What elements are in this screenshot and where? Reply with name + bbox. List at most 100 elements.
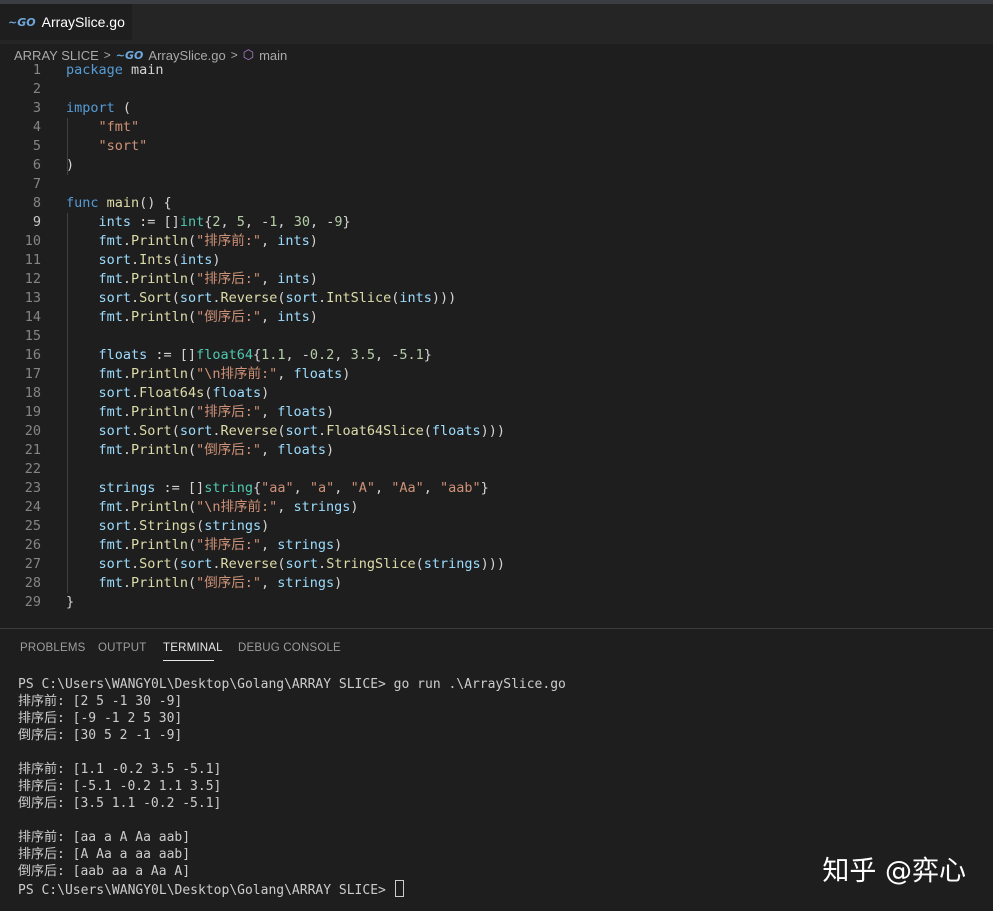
code-token: ,: [293, 480, 310, 496]
line-number: 3: [32, 100, 41, 116]
terminal-prompt-line[interactable]: PS C:\Users\WANGY0L\Desktop\Golang\ARRAY…: [18, 880, 566, 898]
tab-label: ArraySlice.go: [41, 14, 125, 30]
code-line[interactable]: 16 floats := []float64{1.1, -0.2, 3.5, -…: [0, 346, 993, 365]
code-token: "\n排序前:": [196, 499, 278, 515]
code-line[interactable]: 22: [0, 460, 993, 479]
code-text: ): [66, 156, 74, 175]
code-line[interactable]: 20 sort.Sort(sort.Reverse(sort.Float64Sl…: [0, 422, 993, 441]
code-line[interactable]: 3 import (: [0, 99, 993, 118]
code-token: .: [131, 290, 140, 306]
code-text: sort.Float64s(floats): [66, 384, 270, 403]
code-token: .: [122, 499, 132, 515]
watermark: 知乎 @弈心: [822, 856, 966, 887]
panel-tab-bar: PROBLEMS OUTPUT TERMINAL DEBUG CONSOLE: [0, 636, 993, 662]
code-line[interactable]: 9 ints := []int{2, 5, -1, 30, -9}: [0, 213, 993, 232]
code-token: ,: [334, 480, 351, 496]
code-line[interactable]: 11 sort.Ints(ints): [0, 251, 993, 270]
code-token: ): [326, 442, 335, 458]
code-token: "Aa": [391, 480, 424, 496]
code-editor[interactable]: 1 package main 2 3 import (4 "fmt" 5 "sort" 6)…: [0, 61, 993, 621]
code-token: "A": [350, 480, 375, 496]
chevron-right-icon: >: [103, 48, 111, 62]
code-token: float64: [196, 347, 253, 363]
line-number: 22: [24, 461, 41, 477]
tab-arrayslice-go[interactable]: ~GO ArraySlice.go: [0, 4, 132, 40]
code-line[interactable]: 13 sort.Sort(sort.Reverse(sort.IntSlice(…: [0, 289, 993, 308]
code-line[interactable]: 19 fmt.Println("排序后:", floats): [0, 403, 993, 422]
code-line[interactable]: 1 package main: [0, 61, 993, 80]
tab-debug-console[interactable]: DEBUG CONSOLE: [238, 642, 341, 654]
code-text: "sort": [66, 137, 148, 156]
code-token: {: [252, 347, 262, 363]
code-token: "排序后:": [196, 537, 261, 553]
code-token: ): [66, 157, 75, 173]
code-token: ): [261, 385, 270, 401]
code-text: fmt.Println("\n排序前:", floats): [66, 365, 351, 384]
code-token: (: [187, 271, 197, 287]
code-line[interactable]: 28 fmt.Println("倒序后:", strings): [0, 574, 993, 593]
code-token: ,: [277, 214, 294, 230]
code-token: sort: [98, 518, 132, 534]
code-line[interactable]: 14 fmt.Println("倒序后:", ints): [0, 308, 993, 327]
code-token: ,: [260, 404, 278, 420]
code-token: ints: [277, 233, 310, 249]
code-line[interactable]: 5 "sort": [0, 137, 993, 156]
code-token: (: [187, 575, 197, 591]
code-line[interactable]: 6): [0, 156, 993, 175]
code-text: strings := []string{"aa", "a", "A", "Aa"…: [66, 479, 489, 498]
code-token: .: [318, 423, 327, 439]
code-line[interactable]: 8 func main() {: [0, 194, 993, 213]
code-line[interactable]: 12 fmt.Println("排序后:", ints): [0, 270, 993, 289]
code-token: ): [334, 575, 343, 591]
code-line[interactable]: 2: [0, 80, 993, 99]
code-token: .: [122, 442, 132, 458]
code-line[interactable]: 18 sort.Float64s(floats): [0, 384, 993, 403]
code-token: fmt: [98, 366, 123, 382]
code-line[interactable]: 15: [0, 327, 993, 346]
code-text: sort.Strings(strings): [66, 517, 270, 536]
line-number: 28: [24, 575, 41, 591]
code-line[interactable]: 27 sort.Sort(sort.Reverse(sort.StringSli…: [0, 555, 993, 574]
code-token: .: [122, 537, 132, 553]
code-token: Println: [131, 442, 188, 458]
code-line[interactable]: 25 sort.Strings(strings): [0, 517, 993, 536]
line-number: 7: [32, 176, 41, 192]
code-token: package: [66, 62, 123, 78]
tab-output[interactable]: OUTPUT: [98, 642, 146, 654]
code-token: "aab": [440, 480, 481, 496]
code-token: := []: [155, 480, 205, 496]
code-token: sort: [285, 556, 319, 572]
code-token: 30: [293, 214, 310, 230]
code-line[interactable]: 17 fmt.Println("\n排序前:", floats): [0, 365, 993, 384]
tab-terminal[interactable]: TERMINAL: [163, 642, 223, 654]
code-line[interactable]: 21 fmt.Println("倒序后:", floats): [0, 441, 993, 460]
code-text: ints := []int{2, 5, -1, 30, -9}: [66, 213, 351, 232]
code-token: string: [204, 480, 253, 496]
tab-problems[interactable]: PROBLEMS: [20, 642, 86, 654]
code-token: "排序后:": [196, 404, 261, 420]
code-token: Strings: [139, 518, 197, 534]
code-token: ,: [277, 366, 294, 382]
code-token: sort: [98, 252, 132, 268]
code-token: }: [342, 214, 351, 230]
code-text: sort.Sort(sort.Reverse(sort.Float64Slice…: [66, 422, 506, 441]
code-token: strings: [98, 480, 156, 496]
code-line[interactable]: 29}: [0, 593, 993, 612]
line-number: 29: [24, 594, 41, 610]
code-line[interactable]: 10 fmt.Println("排序前:", ints): [0, 232, 993, 251]
code-token: fmt: [98, 309, 123, 325]
code-line[interactable]: 7: [0, 175, 993, 194]
code-text: package main: [66, 61, 164, 80]
code-token: ,: [260, 233, 278, 249]
code-line[interactable]: 4 "fmt": [0, 118, 993, 137]
code-line[interactable]: 23 strings := []string{"aa", "a", "A", "…: [0, 479, 993, 498]
code-token: (: [196, 518, 205, 534]
code-text: fmt.Println("倒序后:", strings): [66, 574, 343, 593]
code-token: fmt: [98, 442, 123, 458]
terminal[interactable]: PS C:\Users\WANGY0L\Desktop\Golang\ARRAY…: [18, 676, 566, 898]
code-line[interactable]: 26 fmt.Println("排序后:", strings): [0, 536, 993, 555]
code-token: sort: [285, 290, 319, 306]
code-line[interactable]: 24 fmt.Println("\n排序前:", strings): [0, 498, 993, 517]
